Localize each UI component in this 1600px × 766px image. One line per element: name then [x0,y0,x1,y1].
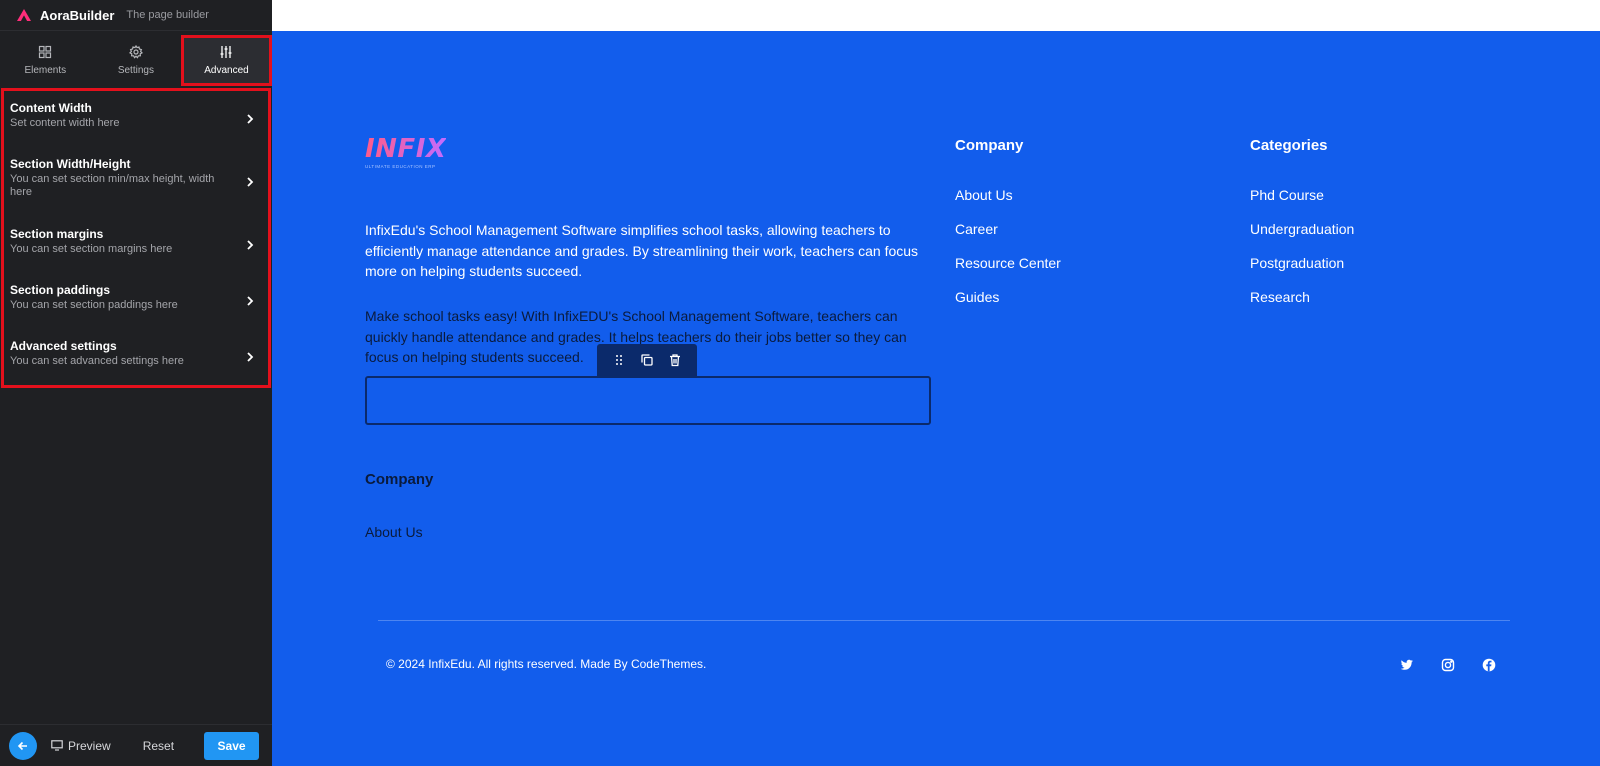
selected-element-outline[interactable] [365,376,931,425]
tab-elements[interactable]: Elements [0,35,91,86]
gear-icon [128,45,143,59]
panel-item-title: Content Width [10,101,92,115]
panel-item-description: You can set advanced settings here [10,355,184,367]
panel-item-title: Advanced settings [10,339,117,353]
link-list: About Us Career Resource Center Guides [955,187,1061,323]
logo-tagline: ULTIMATE EDUCATION ERP [365,164,436,169]
logo-text: INFIX [365,134,447,164]
brand-name: AoraBuilder [40,7,115,23]
link-about-us[interactable]: About Us [365,524,423,540]
footer-link[interactable]: About Us [955,187,1061,221]
arrow-left-icon [17,741,27,750]
panel-item-title: Section margins [10,227,104,241]
panel-item-section-paddings[interactable]: Section paddings You can set section pad… [4,273,268,329]
back-button[interactable] [9,731,37,760]
panel-item-content-width[interactable]: Content Width Set content width here [4,91,268,147]
chevron-right-icon [247,352,254,362]
tab-label: Elements [24,65,67,76]
preview-button[interactable]: Preview [51,739,111,753]
aora-logo-icon [17,9,31,21]
monitor-icon [51,740,63,751]
footer-link[interactable]: Phd Course [1250,187,1354,221]
footer-column-categories: Categories Phd Course Undergraduation Po… [1250,137,1354,323]
panel-item-description: You can set section margins here [10,243,173,255]
footer-link[interactable]: Resource Center [955,255,1061,289]
panel-item-section-width-height[interactable]: Section Width/Height You can set section… [4,147,268,217]
footer-link[interactable]: Postgraduation [1250,255,1354,289]
brand-subtitle: The page builder [126,9,209,21]
link-list: Phd Course Undergraduation Postgraduatio… [1250,187,1354,323]
footer-link[interactable]: Career [955,221,1061,255]
drag-handle-icon[interactable] [612,353,626,367]
tab-label: Advanced [204,65,249,76]
infix-logo[interactable]: INFIX ULTIMATE EDUCATION ERP [365,135,446,169]
column-heading: Categories [1250,137,1328,154]
tab-settings[interactable]: Settings [91,35,182,86]
sidebar-tabs: Elements Settings Advanced [0,35,272,86]
brand-bar: AoraBuilder The page builder [0,0,272,31]
column-heading: Company [955,137,1024,154]
save-button[interactable]: Save [204,731,260,760]
page-canvas: INFIX ULTIMATE EDUCATION ERP InfixEdu's … [272,31,1600,766]
sliders-icon [220,46,232,58]
builder-sidebar: AoraBuilder The page builder Elements Se… [0,0,272,766]
panel-item-description: You can set section min/max height, widt… [10,173,215,198]
panel-item-description: Set content width here [10,117,120,129]
copyright-text: © 2024 InfixEdu. All rights reserved. Ma… [386,657,707,671]
element-toolbar [597,344,697,376]
chevron-right-icon [247,177,254,187]
footer-description: InfixEdu's School Management Software si… [365,222,919,279]
panel-item-title: Section paddings [10,283,111,297]
advanced-settings-panel: Content Width Set content width here Sec… [1,88,271,388]
instagram-icon[interactable] [1441,658,1455,672]
twitter-icon[interactable] [1400,658,1414,672]
panel-item-section-margins[interactable]: Section margins You can set section marg… [4,217,268,273]
section-heading-company: Company [365,471,434,488]
reset-button[interactable]: Reset [143,739,174,753]
panel-item-description: You can set section paddings here [10,299,178,311]
duplicate-icon[interactable] [640,353,654,367]
footer-divider [378,620,1510,621]
footer-link[interactable]: Undergraduation [1250,221,1354,255]
footer-link[interactable]: Research [1250,289,1354,323]
preview-label: Preview [68,738,111,753]
grid-icon [39,45,52,59]
panel-item-advanced-settings[interactable]: Advanced settings You can set advanced s… [4,329,268,385]
chevron-right-icon [247,296,254,306]
sidebar-footer: Preview Reset Save [0,724,272,766]
social-links [1400,658,1496,672]
tab-advanced[interactable]: Advanced [181,35,272,86]
chevron-right-icon [247,114,254,124]
footer-column-company: Company About Us Career Resource Center … [955,137,1061,323]
footer-link[interactable]: Guides [955,289,1061,323]
trash-icon[interactable] [668,353,682,367]
tab-label: Settings [117,65,154,76]
chevron-right-icon [247,240,254,250]
panel-item-title: Section Width/Height [10,157,131,171]
facebook-icon[interactable] [1482,658,1496,672]
